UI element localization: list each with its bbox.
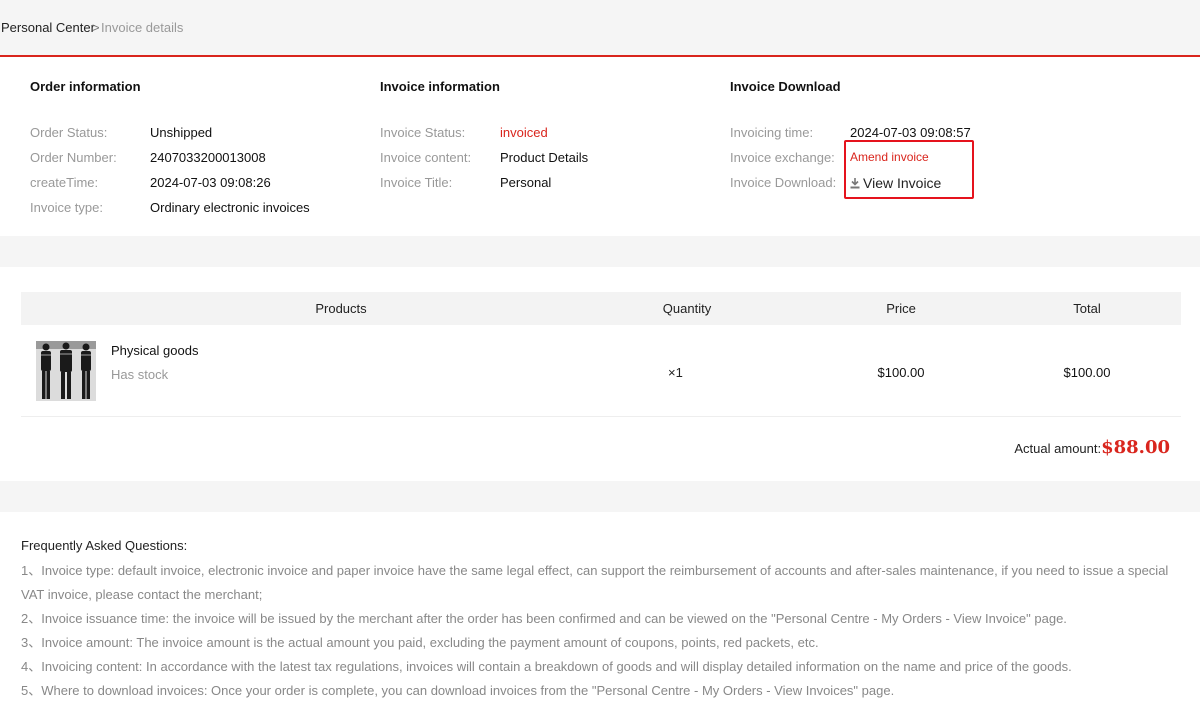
product-price: $100.00	[877, 365, 925, 380]
invoice-status-label: Invoice Status:	[380, 125, 466, 140]
faq-item: 4、Invoicing content: In accordance with …	[21, 659, 1072, 674]
actual-amount: Actual amount:$88.00	[1014, 437, 1170, 458]
clothing-thumbnail-image	[36, 341, 96, 401]
breadcrumb: Personal Center > Invoice details	[0, 0, 1200, 57]
invoice-information-title: Invoice information	[380, 79, 500, 94]
faq-item: 2、Invoice issuance time: the invoice wil…	[21, 611, 1067, 626]
create-time-value: 2024-07-03 09:08:26	[150, 175, 271, 190]
actual-amount-label: Actual amount:	[1014, 441, 1102, 456]
invoice-status-value: invoiced	[500, 125, 548, 140]
breadcrumb-current-page: Invoice details	[101, 20, 184, 35]
breadcrumb-separator: >	[92, 20, 100, 35]
invoice-title-value: Personal	[500, 175, 552, 190]
faq-item: 1、Invoice type: default invoice, electro…	[21, 563, 1169, 602]
invoice-download-label: Invoice Download:	[730, 175, 837, 190]
order-status-value: Unshipped	[150, 125, 213, 140]
invoice-content-value: Product Details	[500, 150, 589, 165]
faq-panel: Frequently Asked Questions: 1、Invoice ty…	[0, 512, 1200, 717]
faq-item: 5、Where to download invoices: Once your …	[21, 683, 895, 698]
order-information-title: Order information	[30, 79, 141, 94]
invoicing-time-value: 2024-07-03 09:08:57	[850, 125, 971, 140]
header-quantity: Quantity	[662, 301, 712, 316]
product-name[interactable]: Physical goods	[111, 343, 198, 358]
invoicing-time-label: Invoicing time:	[730, 125, 814, 140]
invoice-type-label: Invoice type:	[30, 200, 103, 215]
order-number-value: 2407033200013008	[150, 150, 266, 165]
invoice-info-panel: Order information Order Status: Unshippe…	[0, 57, 1200, 236]
product-stock-status: Has stock	[111, 367, 169, 382]
product-quantity: ×1	[668, 365, 683, 380]
breadcrumb-personal-center-link[interactable]: Personal Center	[1, 20, 95, 35]
header-price: Price	[886, 301, 916, 316]
products-table-header: Products Quantity Price Total	[21, 292, 1181, 325]
invoice-download-title: Invoice Download	[730, 79, 841, 94]
header-total: Total	[1073, 301, 1101, 316]
create-time-label: createTime:	[30, 175, 99, 190]
product-row: Physical goods Has stock ×1 $100.00 $100…	[21, 325, 1181, 417]
products-panel: Products Quantity Price Total Physical g…	[0, 267, 1200, 481]
product-thumbnail[interactable]	[36, 341, 96, 401]
product-total: $100.00	[1063, 365, 1111, 380]
faq-item: 3、Invoice amount: The invoice amount is …	[21, 635, 819, 650]
faq-title: Frequently Asked Questions:	[21, 538, 188, 553]
invoice-type-value: Ordinary electronic invoices	[150, 200, 310, 215]
header-products: Products	[315, 301, 367, 316]
faq-list: 1、Invoice type: default invoice, electro…	[21, 559, 1171, 703]
actual-amount-value: $88.00	[1101, 437, 1170, 458]
invoice-title-label: Invoice Title:	[380, 175, 453, 190]
invoice-content-label: Invoice content:	[380, 150, 472, 165]
order-status-label: Order Status:	[30, 125, 108, 140]
order-number-label: Order Number:	[30, 150, 117, 165]
invoice-exchange-label: Invoice exchange:	[730, 150, 835, 165]
highlight-box	[844, 140, 974, 199]
